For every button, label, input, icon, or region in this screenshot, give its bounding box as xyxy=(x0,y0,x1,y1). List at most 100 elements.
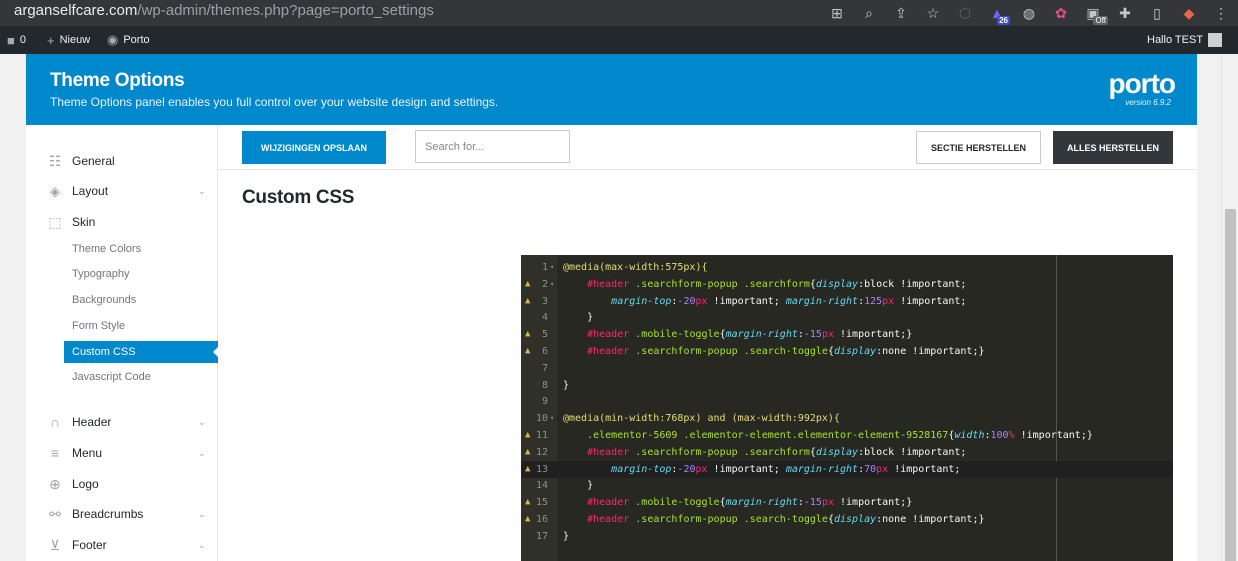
bookmark-star-icon[interactable]: ☆ xyxy=(924,4,942,22)
warning-icon[interactable]: ▲ xyxy=(525,293,530,310)
warning-icon[interactable]: ▲ xyxy=(525,511,530,528)
code-text: margin-top:-20px !important; margin-righ… xyxy=(611,295,967,307)
search-input[interactable] xyxy=(415,130,570,163)
code-line[interactable]: 5 ▲ #header .mobile-toggle{margin-right:-… xyxy=(521,326,1173,343)
sidebar-item-header[interactable]: ∩ Header ⌄ xyxy=(26,410,218,434)
chevron-down-icon: ⌄ xyxy=(198,539,206,550)
sliders-icon: ☷ xyxy=(48,152,62,169)
extension-off-icon[interactable]: ▣ Off xyxy=(1084,4,1108,25)
layers-icon: ◈ xyxy=(49,182,61,199)
reset-all-button[interactable]: ALLES HERSTELLEN xyxy=(1053,131,1173,164)
hamburger-icon: ≡ xyxy=(50,445,60,461)
plus-circle-icon: ⊕ xyxy=(49,475,61,492)
code-text: @media(min-width:768px) and (max-width:9… xyxy=(563,413,840,425)
sidebar-subitem-form-style[interactable]: Form Style xyxy=(64,315,218,337)
new-content-link[interactable]: + Nieuw xyxy=(47,26,90,54)
fold-toggle-icon[interactable]: ▾ xyxy=(550,259,554,276)
profile-avatar-icon[interactable]: ◆ xyxy=(1180,4,1198,22)
scrollbar-thumb[interactable] xyxy=(1225,209,1236,561)
sidebar-item-layout[interactable]: ◈ Layout ⌄ xyxy=(26,179,218,203)
code-text: #header .searchform-popup .search-toggle… xyxy=(587,346,985,357)
line-number: 17 xyxy=(535,530,548,542)
code-text: #header .searchform-popup .searchform{di… xyxy=(587,446,967,458)
warning-icon[interactable]: ▲ xyxy=(525,444,530,461)
browser-address-bar: arganselfcare.com/wp-admin/themes.php?pa… xyxy=(0,0,1238,26)
page-scrollbar[interactable] xyxy=(1221,54,1238,561)
globe-icon[interactable]: ◍ xyxy=(1020,4,1038,22)
user-avatar xyxy=(1208,33,1223,47)
code-line[interactable]: 2 ▲ ▾ #header .searchform-popup .searchfor… xyxy=(521,276,1173,293)
url-field[interactable]: arganselfcare.com/wp-admin/themes.php?pa… xyxy=(14,2,434,19)
code-line[interactable]: 14 } xyxy=(521,477,1173,494)
extension-badge-icon[interactable]: ▲ 26 xyxy=(988,4,1010,25)
code-line[interactable]: 17} xyxy=(521,528,1173,545)
warning-icon[interactable]: ▲ xyxy=(525,276,530,293)
sidebar-item-breadcrumbs[interactable]: ⚯ Breadcrumbs ⌄ xyxy=(26,502,218,526)
link-icon: ⚯ xyxy=(49,505,61,522)
sidebar-item-label: Menu xyxy=(72,446,103,460)
sidebar-subitem-backgrounds[interactable]: Backgrounds xyxy=(64,289,218,311)
code-text: .elementor-5609 .elementor-element.eleme… xyxy=(587,430,1093,441)
headphones-icon: ∩ xyxy=(49,414,61,430)
reset-section-button[interactable]: SECTIE HERSTELLEN xyxy=(916,131,1041,164)
code-line[interactable]: 1 ▾ @media(max-width:575px){ xyxy=(521,259,1173,276)
fold-toggle-icon[interactable]: ▾ xyxy=(550,276,554,293)
sidebar-subitem-label: Typography xyxy=(72,268,130,280)
line-number: 4 xyxy=(541,312,548,324)
warning-icon[interactable]: ▲ xyxy=(525,326,530,343)
browser-menu-icon[interactable]: ⋮ xyxy=(1212,4,1230,22)
save-changes-button[interactable]: WIJZIGINGEN OPSLAAN xyxy=(242,131,386,164)
new-content-label: Nieuw xyxy=(59,34,91,46)
sidebar-item-footer[interactable]: ⊻ Footer ⌄ xyxy=(26,533,218,557)
code-line[interactable]: 6 ▲ #header .searchform-popup .search-tog… xyxy=(521,343,1173,360)
code-line[interactable]: 11 ▲ .elementor-5609 .elementor-element.e… xyxy=(521,427,1173,444)
css-code-editor[interactable]: 1 ▾ @media(max-width:575px){2 ▲ ▾ #header .s… xyxy=(521,255,1173,561)
sidebar-subitem-javascript-code[interactable]: Javascript Code xyxy=(64,366,218,388)
code-line[interactable]: 7 xyxy=(521,360,1173,377)
code-line[interactable]: 9 xyxy=(521,393,1173,410)
code-text: margin-top:-20px !important; margin-righ… xyxy=(611,463,961,475)
code-line[interactable]: 8} xyxy=(521,377,1173,394)
code-line[interactable]: 4 } xyxy=(521,309,1173,326)
options-toolbar: WIJZIGINGEN OPSLAAN SECTIE HERSTELLEN AL… xyxy=(218,125,1197,170)
warning-icon[interactable]: ▲ xyxy=(525,494,530,511)
warning-icon[interactable]: ▲ xyxy=(525,461,530,478)
page-title: Theme Options xyxy=(50,70,185,91)
code-line[interactable]: 16 ▲ #header .searchform-popup .search-to… xyxy=(521,511,1173,528)
zoom-icon[interactable]: ⌕ xyxy=(860,4,878,22)
sidebar-item-general[interactable]: ☷ General xyxy=(26,149,218,173)
chevron-down-icon: ⌄ xyxy=(198,508,206,519)
sidebar-item-skin[interactable]: ⬚ Skin xyxy=(26,210,218,234)
comments-link[interactable]: ■ 0 xyxy=(7,26,26,54)
line-number: 9 xyxy=(541,396,548,408)
sidebar-item-menu[interactable]: ≡ Menu ⌄ xyxy=(26,441,218,465)
site-link[interactable]: ◉ Porto xyxy=(107,26,150,54)
sidebar-panel-icon[interactable]: ▯ xyxy=(1148,4,1166,22)
code-line[interactable]: 10 ▾ @media(min-width:768px) and (max-widt… xyxy=(521,410,1173,427)
sidebar-subitem-custom-css[interactable]: Custom CSS xyxy=(64,341,219,363)
code-line[interactable]: 13 ▲ margin-top:-20px !important; margin-… xyxy=(521,460,1173,478)
extensions-puzzle-icon[interactable]: ✚ xyxy=(1116,4,1134,22)
code-line[interactable]: 15 ▲ #header .mobile-toggle{margin-right:… xyxy=(521,494,1173,511)
sidebar-item-label: Header xyxy=(72,415,112,429)
line-number: 14 xyxy=(535,480,548,492)
porto-logo: porto xyxy=(1108,68,1176,99)
share-icon[interactable]: ⇪ xyxy=(892,4,910,22)
fold-toggle-icon[interactable]: ▾ xyxy=(550,410,554,427)
url-path: /wp-admin/themes.php?page=porto_settings xyxy=(137,2,434,19)
sidebar-item-logo[interactable]: ⊕ Logo xyxy=(26,472,218,496)
options-sidebar: ☷ General ◈ Layout ⌄ ⬚ Skin Theme Colors… xyxy=(26,125,219,561)
account-menu[interactable]: Hallo TEST xyxy=(1147,26,1223,54)
sidebar-subitem-typography[interactable]: Typography xyxy=(64,263,218,285)
translate-icon[interactable]: ⊞ xyxy=(828,4,846,22)
sidebar-subitem-theme-colors[interactable]: Theme Colors xyxy=(64,238,218,260)
page-background-left xyxy=(0,54,26,561)
sidebar-item-label: Logo xyxy=(72,477,99,491)
warning-icon[interactable]: ▲ xyxy=(525,427,530,444)
warning-icon[interactable]: ▲ xyxy=(525,343,530,360)
code-line[interactable]: 12 ▲ #header .searchform-popup .searchfor… xyxy=(521,444,1173,461)
color-wheel-icon[interactable]: ✿ xyxy=(1052,4,1070,22)
code-text: } xyxy=(563,379,570,391)
extension-disabled-icon[interactable]: ⬡ xyxy=(956,4,974,22)
code-line[interactable]: 3 ▲ margin-top:-20px !important; margin-r… xyxy=(521,293,1173,310)
